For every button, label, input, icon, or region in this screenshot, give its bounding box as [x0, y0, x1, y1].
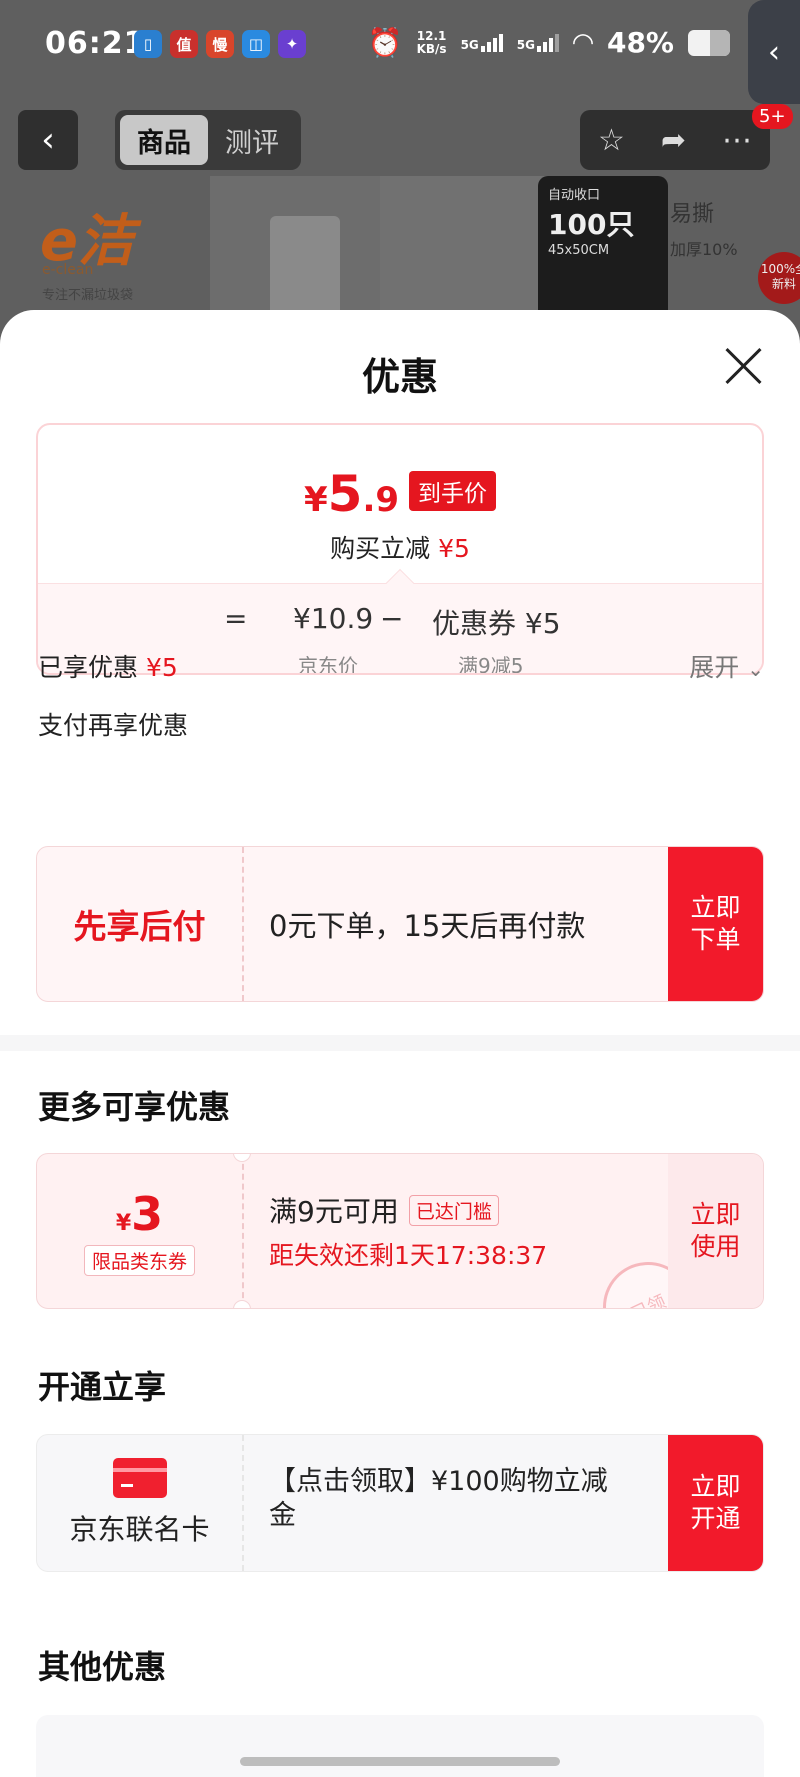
product-tabs: 商品 测评	[115, 110, 301, 170]
discount-sheet: 优惠 ¥ 5 .9 到手价 购买立减 ¥5 = ¥10.9 − 优惠券 ¥5 京东…	[0, 310, 800, 1777]
net-speed: 12.1 KB/s	[416, 28, 447, 56]
battery-icon	[688, 29, 730, 56]
chevron-down-icon: ⌄	[747, 657, 764, 681]
bnpl-title: 先享后付	[73, 907, 206, 946]
product-banner: e洁 e-clean 专注不漏垃圾袋 自动收口 100只 45x50CM 易撕 …	[30, 176, 800, 326]
order-now-button[interactable]: 立即 下单	[668, 847, 763, 1001]
status-indicators: ⏰ 12.1 KB/s 5G 5G ◠ 48%	[368, 26, 730, 59]
use-now-button[interactable]: 立即 使用	[668, 1154, 763, 1308]
sheet-title: 优惠	[361, 355, 438, 399]
product-nav-bar: ‹ 商品 测评 ☆ ➦ ⋯ 5+	[0, 104, 800, 172]
final-price: ¥ 5 .9 到手价	[38, 465, 762, 523]
base-price: ¥10.9	[293, 602, 374, 635]
final-price-tag: 到手价	[409, 471, 497, 511]
expand-button[interactable]: 展开 ⌄	[689, 648, 764, 684]
coupon-deduction: 优惠券 ¥5	[432, 607, 561, 640]
app-notification-icon: 慢	[206, 30, 234, 58]
coupon-amount: ¥3	[115, 1186, 164, 1241]
status-bar: 06:21 ▯ 值 慢 ◫ ✦ ⏰ 12.1 KB/s 5G 5G ◠ 48%	[0, 0, 800, 104]
notification-icons: ▯ 值 慢 ◫ ✦	[134, 30, 306, 58]
app-notification-icon: ✦	[278, 30, 306, 58]
battery-percent: 48%	[606, 26, 674, 59]
product-bag-image	[380, 176, 550, 326]
other-discounts-title: 其他优惠	[38, 1648, 167, 1686]
tab-product[interactable]: 商品	[120, 115, 208, 165]
co-branded-card-offer[interactable]: 京东联名卡 【点击领取】¥100购物立减金 立即 开通	[36, 1434, 764, 1572]
enjoyed-discount: 已享优惠 ¥5	[38, 653, 178, 682]
equals-sign: =	[224, 602, 248, 635]
product-info-card: 自动收口 100只 45x50CM	[538, 176, 668, 326]
minus-sign: −	[380, 602, 404, 635]
bnpl-description: 0元下单，15天后再付款	[269, 909, 586, 943]
open-now-button[interactable]: 立即 开通	[668, 1435, 763, 1571]
brand-tagline: 专注不漏垃圾袋	[42, 288, 134, 303]
share-icon[interactable]: ➦	[661, 123, 686, 158]
status-time: 06:21	[45, 26, 146, 61]
card-name: 京东联名卡	[69, 1513, 210, 1546]
signal-icon: 5G	[517, 33, 559, 52]
wifi-icon: ◠	[572, 27, 593, 58]
card-offer-description: 【点击领取】¥100购物立减金	[269, 1466, 608, 1531]
app-notification-icon: 值	[170, 30, 198, 58]
credit-card-icon	[112, 1458, 167, 1498]
section-divider	[0, 1035, 800, 1051]
open-to-enjoy-title: 开通立享	[38, 1368, 167, 1406]
pay-discount-label: 支付再享优惠	[38, 711, 189, 740]
coupon-type-badge: 限品类东券	[83, 1244, 195, 1276]
coupon-card[interactable]: ¥3 限品类东券 满9元可用 已达门槛 距失效还剩1天17:38:37 已领 立…	[36, 1153, 764, 1309]
final-price-card: ¥ 5 .9 到手价 购买立减 ¥5 = ¥10.9 − 优惠券 ¥5 京东价 满…	[36, 423, 764, 675]
threshold-reached-badge: 已达门槛	[408, 1194, 499, 1226]
message-badge: 5+	[752, 104, 793, 129]
instant-reduction: 购买立减 ¥5	[330, 534, 470, 563]
app-notification-icon: ▯	[134, 30, 162, 58]
buy-now-pay-later-card[interactable]: 先享后付 0元下单，15天后再付款 立即 下单	[36, 846, 764, 1002]
coupon-expiry-countdown: 距失效还剩1天17:38:37	[269, 1241, 548, 1270]
coupon-caption: 满9减5	[458, 654, 524, 675]
product-page-background: 06:21 ▯ 值 慢 ◫ ✦ ⏰ 12.1 KB/s 5G 5G ◠ 48%	[0, 0, 800, 340]
more-discounts-title: 更多可享优惠	[38, 1088, 231, 1126]
alarm-icon: ⏰	[367, 26, 403, 59]
more-icon[interactable]: ⋯	[722, 123, 752, 158]
product-feature-card: 易撕 加厚10% 100%全新料	[670, 196, 800, 304]
coupon-condition: 满9元可用 已达门槛	[269, 1190, 499, 1230]
new-material-badge: 100%全新料	[758, 252, 800, 304]
home-indicator[interactable]	[240, 1757, 560, 1766]
tab-review[interactable]: 测评	[208, 115, 296, 165]
side-panel-handle-icon[interactable]: ‹	[748, 0, 800, 104]
back-button[interactable]: ‹	[18, 110, 78, 170]
brand-sub: e-clean	[42, 262, 94, 278]
favorite-star-icon[interactable]: ☆	[598, 123, 625, 158]
nav-actions: ☆ ➦ ⋯	[580, 110, 770, 170]
other-discounts-list	[36, 1715, 764, 1777]
close-icon[interactable]	[722, 344, 766, 388]
app-notification-icon: ◫	[242, 30, 270, 58]
base-price-caption: 京东价	[298, 654, 358, 675]
signal-icon: 5G	[461, 33, 503, 52]
